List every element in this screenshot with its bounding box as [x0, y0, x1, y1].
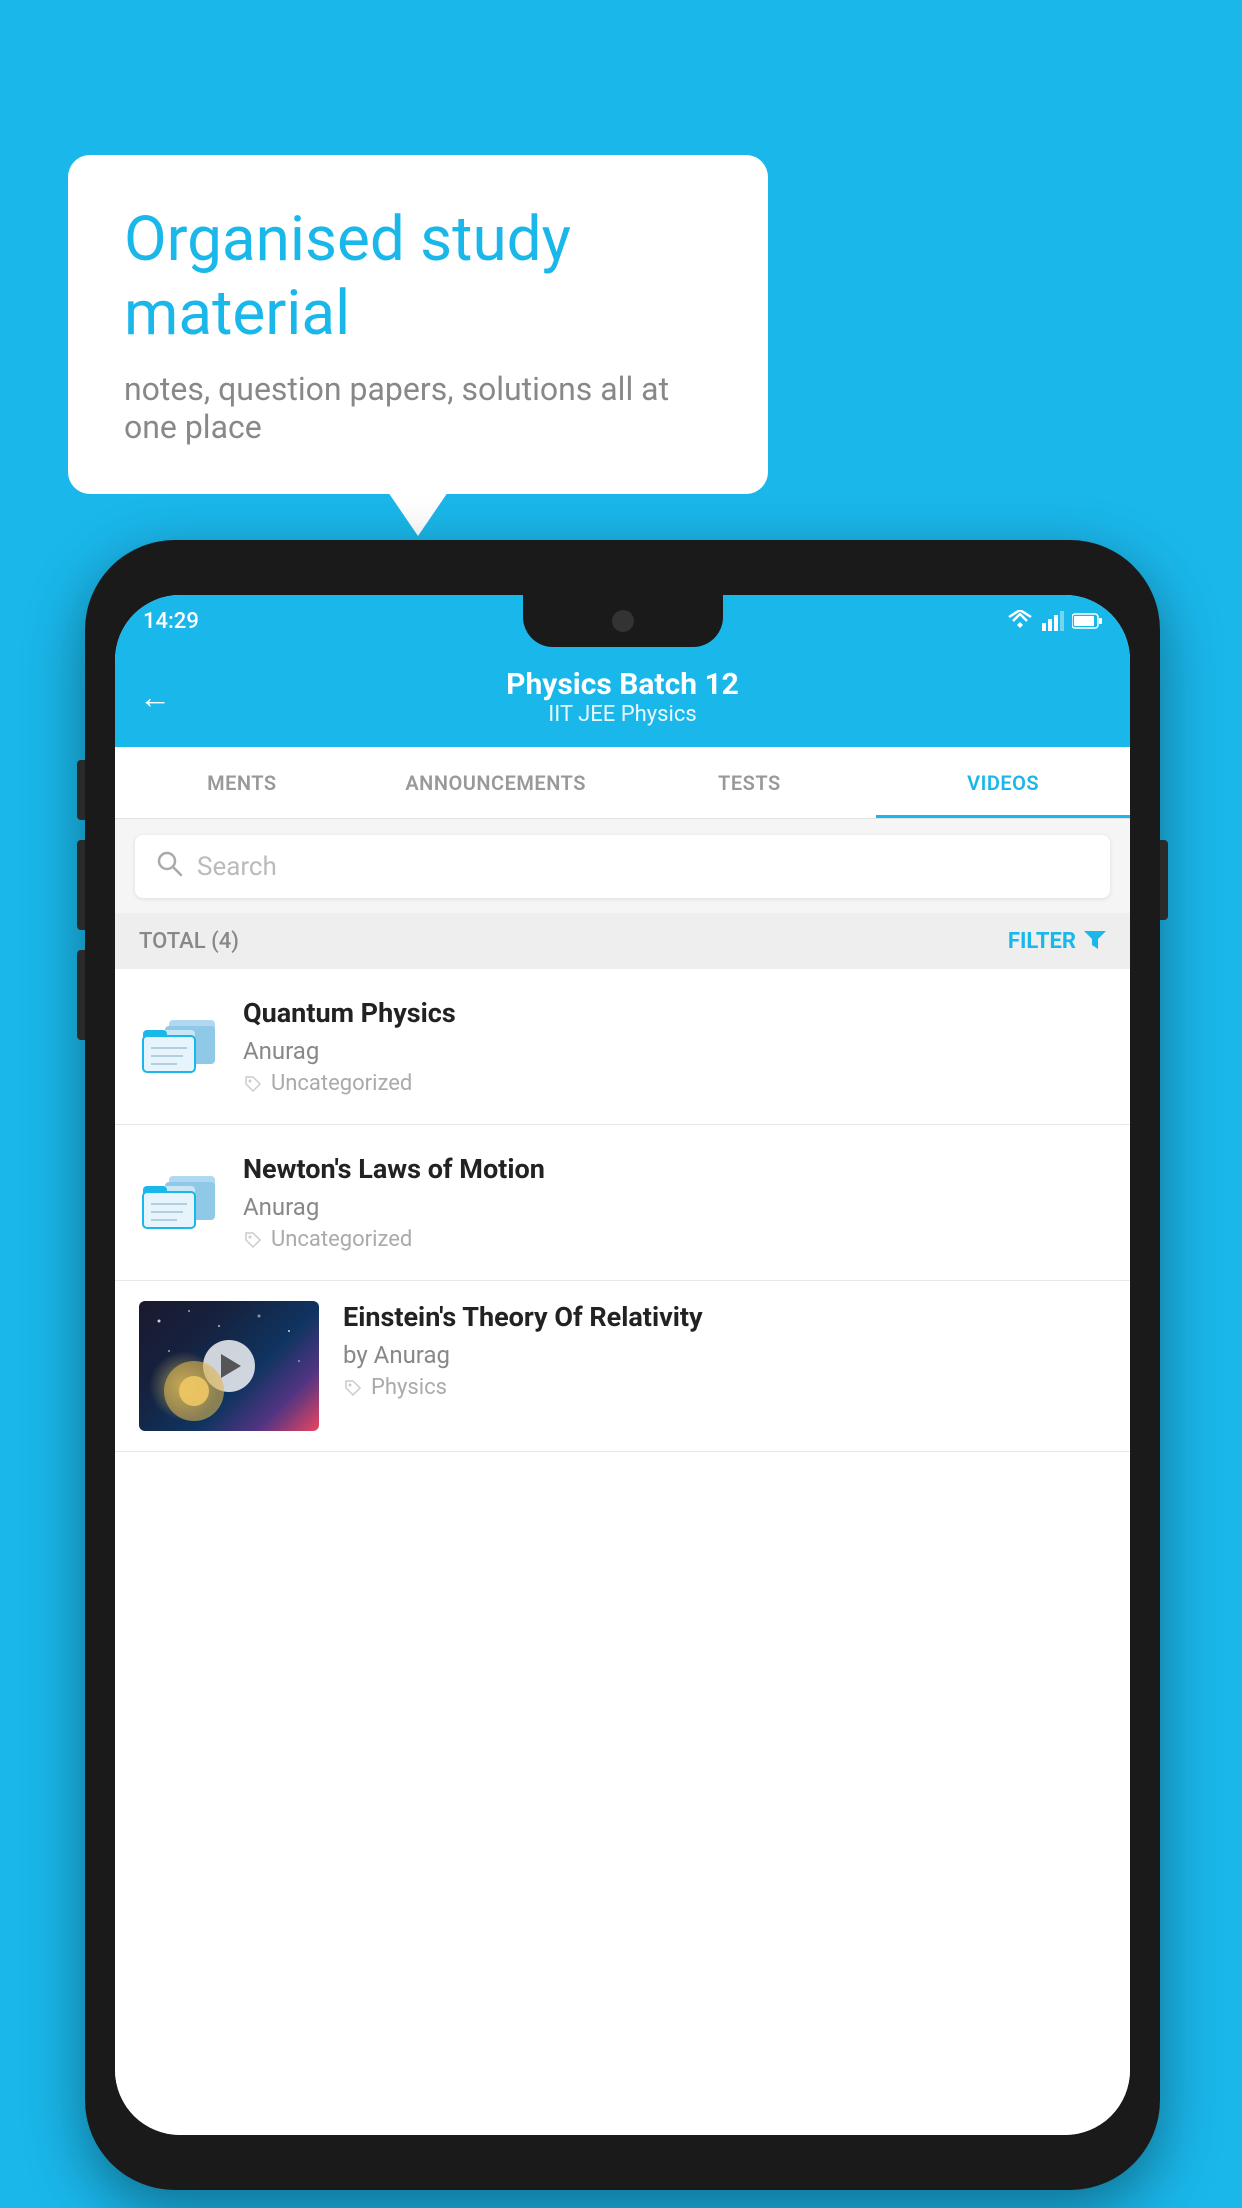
video-category-1: Uncategorized — [243, 1071, 1106, 1096]
volume-down-button — [77, 840, 85, 930]
bubble-subtitle: notes, question papers, solutions all at… — [124, 370, 712, 446]
search-bar[interactable]: Search — [135, 835, 1110, 898]
video-item-3[interactable]: Einstein's Theory Of Relativity by Anura… — [115, 1281, 1130, 1452]
folder-icon-2 — [139, 1168, 219, 1238]
tab-ments[interactable]: MENTS — [115, 747, 369, 818]
filter-button[interactable]: FILTER — [1008, 929, 1106, 954]
status-time: 14:29 — [143, 609, 199, 634]
video-item-2[interactable]: Newton's Laws of Motion Anurag Uncategor… — [115, 1125, 1130, 1281]
header-subtitle: IIT JEE Physics — [506, 702, 739, 727]
back-button[interactable]: ← — [139, 678, 171, 716]
phone-screen: 14:29 — [115, 595, 1130, 2135]
tab-announcements[interactable]: ANNOUNCEMENTS — [369, 747, 623, 818]
video-author-2: Anurag — [243, 1193, 1106, 1221]
video-info-1: Quantum Physics Anurag Uncategorized — [243, 997, 1106, 1096]
bubble-title: Organised study material — [124, 203, 712, 352]
tab-videos[interactable]: VIDEOS — [876, 747, 1130, 818]
header-title: Physics Batch 12 — [506, 667, 739, 702]
filter-bar: TOTAL (4) FILTER — [115, 913, 1130, 969]
video-list: Quantum Physics Anurag Uncategorized — [115, 969, 1130, 2135]
video-info-2: Newton's Laws of Motion Anurag Uncategor… — [243, 1153, 1106, 1252]
tab-bar: MENTS ANNOUNCEMENTS TESTS VIDEOS — [115, 747, 1130, 819]
video-author-3: by Anurag — [343, 1341, 1106, 1369]
tag-icon-2 — [243, 1230, 263, 1250]
phone-frame: 14:29 — [85, 540, 1160, 2190]
video-info-3: Einstein's Theory Of Relativity by Anura… — [343, 1301, 1106, 1400]
tag-icon-1 — [243, 1074, 263, 1094]
speech-bubble: Organised study material notes, question… — [68, 155, 768, 494]
total-count: TOTAL (4) — [139, 929, 239, 954]
power-button — [1160, 840, 1168, 920]
video-category-2: Uncategorized — [243, 1227, 1106, 1252]
video-thumbnail-3 — [139, 1301, 319, 1431]
volume-up-button — [77, 760, 85, 820]
phone-notch — [523, 595, 723, 647]
video-title-2: Newton's Laws of Motion — [243, 1153, 1106, 1185]
folder-icon-1 — [139, 1012, 219, 1082]
video-author-1: Anurag — [243, 1037, 1106, 1065]
video-title-1: Quantum Physics — [243, 997, 1106, 1029]
stars-decoration — [139, 1301, 319, 1431]
tab-tests[interactable]: TESTS — [623, 747, 877, 818]
signal-icon — [1042, 611, 1064, 631]
search-input[interactable]: Search — [197, 852, 277, 882]
app-header: ← Physics Batch 12 IIT JEE Physics — [115, 647, 1130, 747]
search-icon — [155, 849, 183, 884]
search-container: Search — [115, 819, 1130, 914]
silent-button — [77, 950, 85, 1040]
battery-icon — [1072, 612, 1102, 630]
camera — [612, 610, 634, 632]
video-category-3: Physics — [343, 1375, 1106, 1400]
video-item-1[interactable]: Quantum Physics Anurag Uncategorized — [115, 969, 1130, 1125]
speech-bubble-container: Organised study material notes, question… — [68, 155, 768, 494]
status-icons — [1006, 610, 1102, 632]
tag-icon-3 — [343, 1378, 363, 1398]
filter-icon — [1084, 929, 1106, 954]
wifi-icon — [1006, 610, 1034, 632]
header-center: Physics Batch 12 IIT JEE Physics — [506, 667, 739, 727]
video-title-3: Einstein's Theory Of Relativity — [343, 1301, 1106, 1333]
